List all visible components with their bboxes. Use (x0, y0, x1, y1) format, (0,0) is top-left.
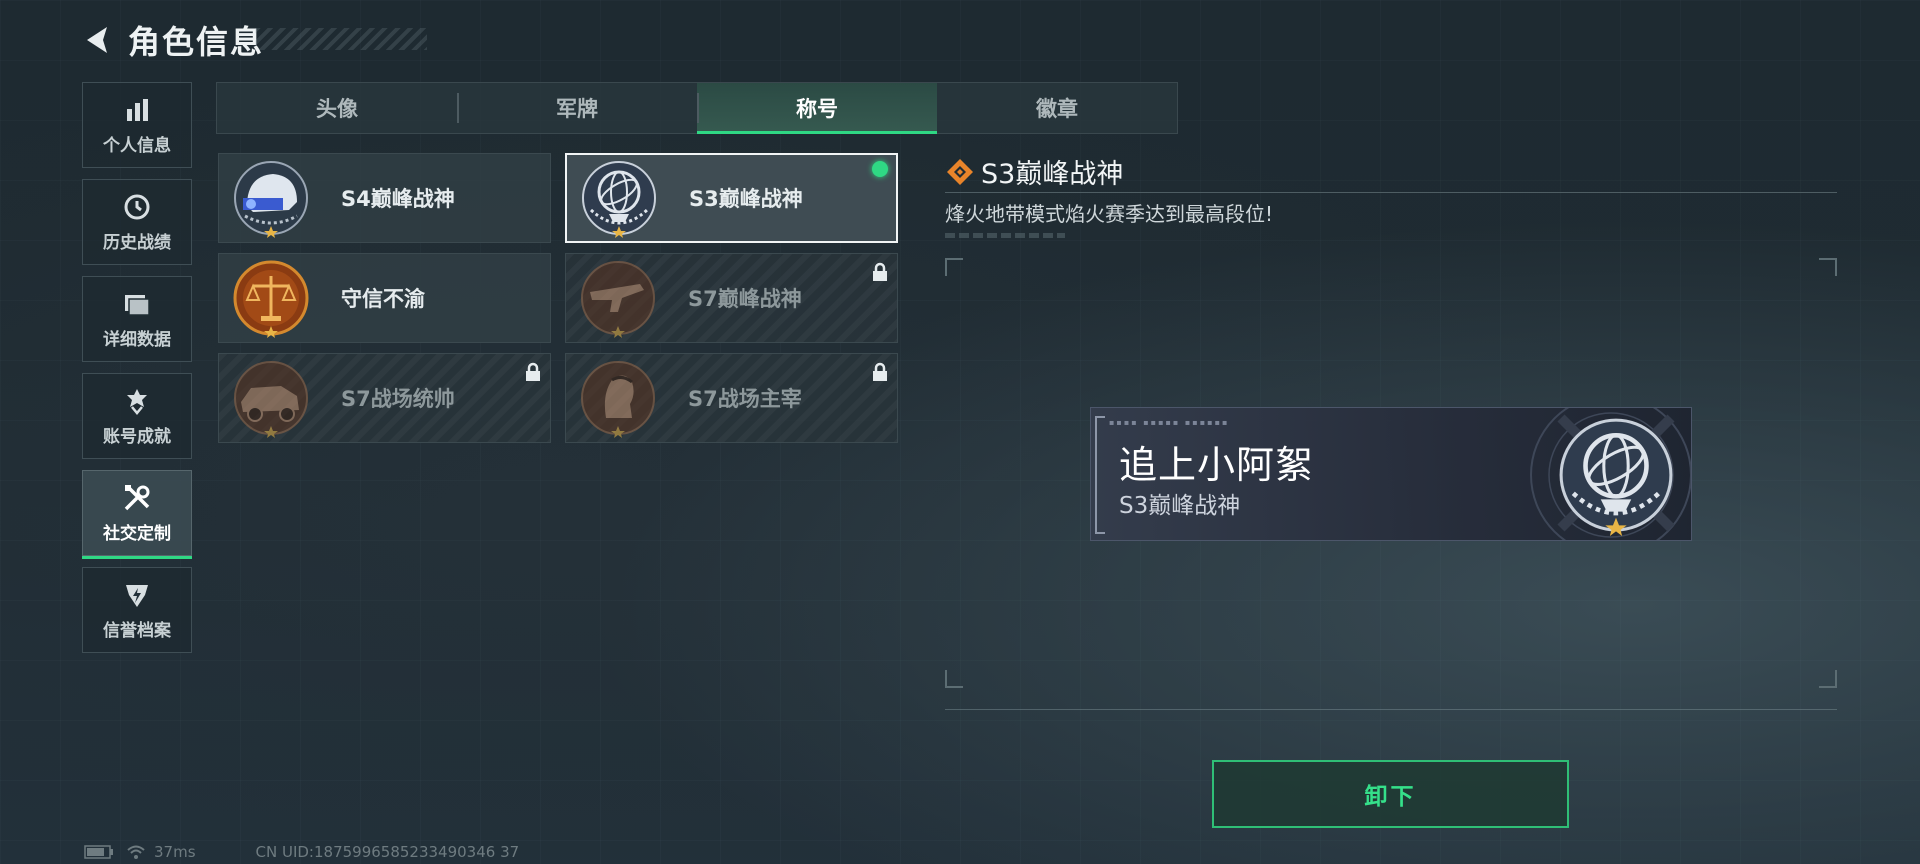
frame-corner (1819, 670, 1837, 688)
title-card[interactable]: S7巅峰战神 (565, 253, 898, 343)
sidebar-item-label: 个人信息 (103, 135, 171, 156)
soldier-emblem-icon (581, 361, 655, 438)
divider (945, 709, 1837, 710)
tools-icon (122, 483, 152, 513)
title-card[interactable]: S3巅峰战神 (565, 153, 898, 243)
ping-value: 37ms (154, 843, 196, 861)
frame-corner (1819, 258, 1837, 276)
bar-chart-icon (122, 95, 152, 125)
title-card-label: S7巅峰战神 (688, 287, 802, 311)
frame-corner (945, 258, 963, 276)
lock-icon (873, 362, 887, 381)
vehicle-emblem-icon (234, 361, 308, 438)
status-bar: 37ms CN UID:1875996585233490346 37 (84, 843, 520, 861)
title-card-label: S7战场主宰 (688, 387, 802, 411)
sidebar-item-profile[interactable]: 个人信息 (82, 82, 192, 168)
tab-bar: 头像 军牌 称号 徽章 (216, 82, 1178, 134)
sidebar-item-label: 社交定制 (103, 523, 171, 544)
detail-title-text: S3巅峰战神 (981, 159, 1124, 190)
uid-text: CN UID:1875996585233490346 37 (255, 843, 520, 861)
globe-emblem-icon (1559, 418, 1673, 536)
sidebar-item-label: 账号成就 (103, 426, 171, 447)
frame-corner (945, 670, 963, 688)
sidebar: 个人信息 历史战绩 详细数据 账号成就 社交定制 信誉档案 (82, 82, 192, 664)
scales-emblem-icon (233, 260, 309, 338)
history-icon (122, 192, 152, 222)
title-decoration (255, 28, 427, 50)
player-name: 追上小阿絮 (1119, 443, 1315, 487)
title-card-label: S7战场统帅 (341, 387, 455, 411)
folder-icon (122, 289, 152, 319)
title-card[interactable]: S4巅峰战神 (218, 153, 551, 243)
equipped-indicator (872, 161, 888, 177)
page-title: 角色信息 (128, 23, 265, 61)
title-card-label: S4巅峰战神 (341, 187, 455, 211)
title-card[interactable]: 守信不渝 (218, 253, 551, 343)
title-card[interactable]: S7战场统帅 (218, 353, 551, 443)
sidebar-item-label: 历史战绩 (103, 232, 171, 253)
player-title: S3巅峰战神 (1119, 493, 1241, 519)
tab-badge[interactable]: 徽章 (937, 83, 1177, 133)
battery-icon (84, 845, 113, 859)
tab-dogtag[interactable]: 军牌 (457, 83, 697, 133)
tab-title[interactable]: 称号 (697, 83, 937, 134)
tab-avatar[interactable]: 头像 (217, 83, 457, 133)
globe-emblem-icon (582, 161, 656, 238)
header: 角色信息 (80, 18, 264, 62)
helmet-emblem-icon (234, 161, 308, 238)
lock-icon (526, 362, 540, 381)
sidebar-item-details[interactable]: 详细数据 (82, 276, 192, 362)
title-card-label: 守信不渝 (341, 287, 425, 311)
nameplate-preview: ▪▪▪▪ ▪▪▪▪▪ ▪▪▪▪▪▪ 追上小阿絮 S3巅峰战神 (1090, 407, 1692, 541)
achievement-icon (122, 386, 152, 416)
title-card-grid: S4巅峰战神 S3巅峰战神 守信不渝 S7巅峰战神 S7战场统帅 S7战场主宰 (218, 153, 899, 443)
sidebar-item-history[interactable]: 历史战绩 (82, 179, 192, 265)
sidebar-item-label: 详细数据 (103, 329, 171, 350)
title-card-label: S3巅峰战神 (689, 187, 803, 211)
credit-icon (122, 580, 152, 610)
detail-title: S3巅峰战神 (945, 152, 1123, 191)
detail-description: 烽火地带模式焰火赛季达到最高段位! (945, 202, 1274, 226)
sidebar-item-social[interactable]: 社交定制 (82, 470, 192, 559)
wifi-icon (127, 845, 145, 859)
decorative-strip (945, 233, 1065, 238)
title-card[interactable]: S7战场主宰 (565, 353, 898, 443)
rifle-emblem-icon (581, 261, 655, 338)
diamond-icon (947, 158, 973, 185)
sidebar-item-achievements[interactable]: 账号成就 (82, 373, 192, 459)
divider (945, 192, 1837, 193)
lock-icon (873, 262, 887, 281)
nameplate-bracket (1095, 416, 1105, 534)
unequip-button[interactable]: 卸下 (1212, 760, 1569, 828)
sidebar-item-credit[interactable]: 信誉档案 (82, 567, 192, 653)
nameplate-decoration: ▪▪▪▪ ▪▪▪▪▪ ▪▪▪▪▪▪ (1109, 418, 1230, 427)
back-arrow-icon[interactable] (80, 22, 116, 58)
sidebar-item-label: 信誉档案 (103, 620, 171, 641)
